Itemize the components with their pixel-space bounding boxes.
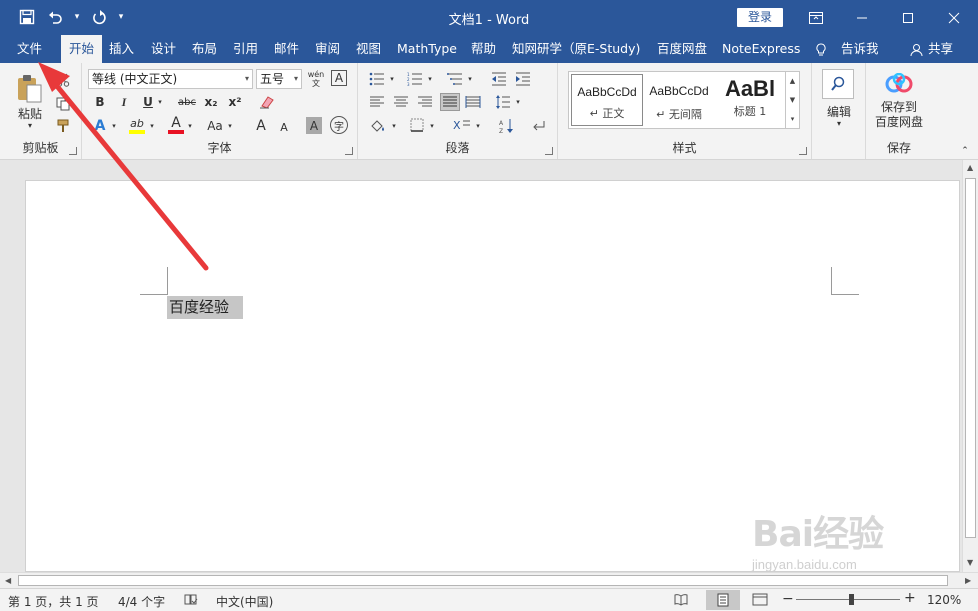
watermark-url: jingyan.baidu.com (752, 557, 857, 572)
baidu-jingyan-watermark: Bai经验 jingyan.baidu.com (752, 505, 884, 572)
watermark-logo: Bai经验 (752, 514, 884, 555)
